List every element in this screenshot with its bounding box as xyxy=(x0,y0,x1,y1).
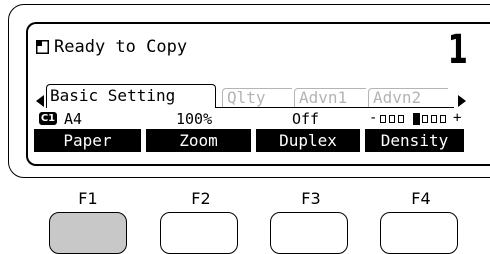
function-label-duplex: Duplex xyxy=(256,129,360,152)
copy-count: 1 xyxy=(447,27,468,73)
tab-scroll-right-icon[interactable] xyxy=(458,95,466,107)
paper-cassette-badge: C1 xyxy=(39,112,57,125)
density-scale: - + xyxy=(369,110,465,126)
f4-key[interactable] xyxy=(380,212,458,254)
density-cell xyxy=(422,115,428,123)
key-caption-f4: F4 xyxy=(411,189,431,208)
duplex-value: Off xyxy=(292,110,320,128)
density-level-marker xyxy=(413,113,420,125)
tab-baseline xyxy=(216,107,454,108)
f1-key[interactable] xyxy=(49,212,127,254)
key-caption-f2: F2 xyxy=(191,189,211,208)
status-row: Ready to Copy xyxy=(36,36,436,62)
density-cell xyxy=(431,115,437,123)
tab-advanced-2[interactable]: Advn2 xyxy=(368,88,448,108)
zoom-value: 100% xyxy=(176,110,213,128)
density-cell xyxy=(440,115,446,123)
tab-advanced-1[interactable]: Advn1 xyxy=(294,88,366,108)
density-minus-sign: - xyxy=(369,110,378,126)
density-cell xyxy=(380,115,386,123)
density-cell xyxy=(398,115,404,123)
function-label-paper: Paper xyxy=(34,129,141,152)
f2-key[interactable] xyxy=(160,212,238,254)
density-cell xyxy=(389,115,395,123)
key-caption-f3: F3 xyxy=(301,189,321,208)
function-label-density: Density xyxy=(365,129,464,152)
status-text: Ready to Copy xyxy=(54,37,188,57)
f3-key[interactable] xyxy=(270,212,348,254)
function-label-zoom: Zoom xyxy=(146,129,251,152)
tab-basic-setting[interactable]: Basic Setting xyxy=(46,84,216,108)
tab-quality[interactable]: Qlty xyxy=(222,88,292,108)
paper-size-value: A4 xyxy=(64,110,83,128)
key-caption-f1: F1 xyxy=(78,189,98,208)
density-plus-sign: + xyxy=(453,110,462,126)
document-icon xyxy=(36,40,49,54)
tab-scroll-left-icon[interactable] xyxy=(36,95,44,107)
